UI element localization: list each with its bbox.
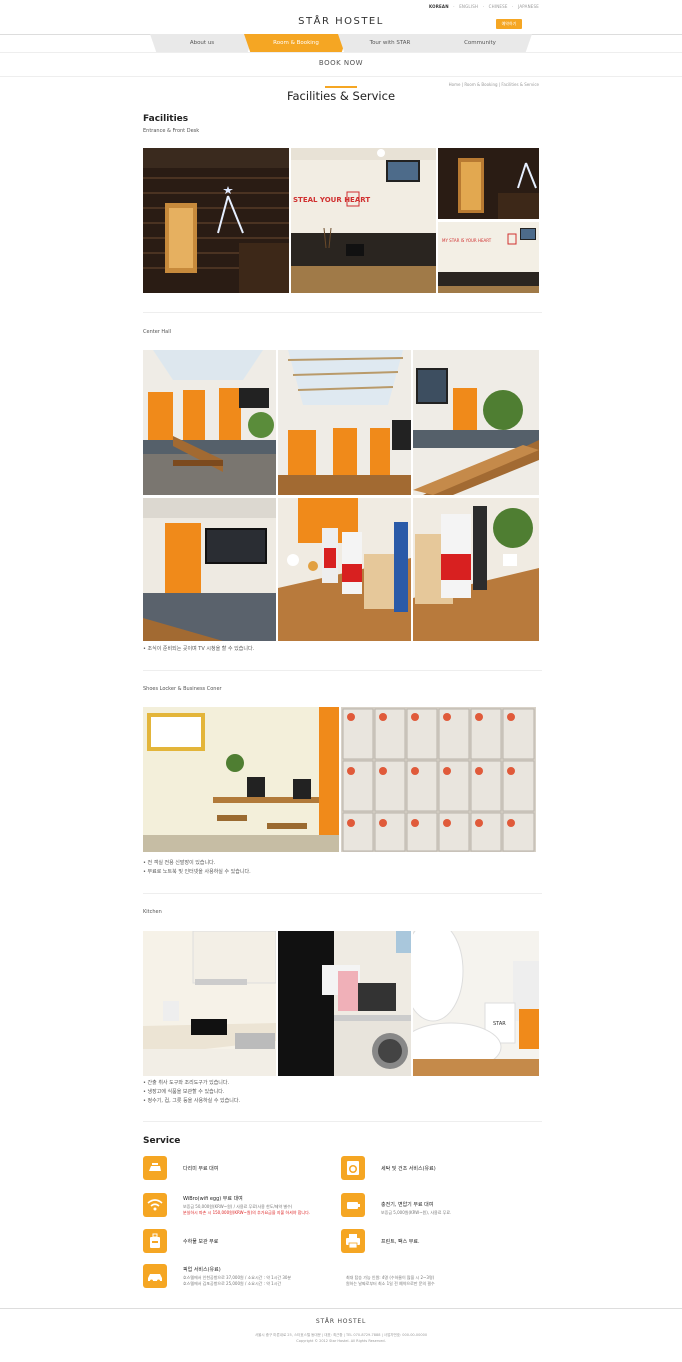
footer-copyright: Copyright © 2012 Star Hostel. All Rights… [296,1339,386,1343]
center-hall-photo-3 [413,350,539,495]
business-corner-photo [143,707,339,852]
shoes-locker-label: Shoes Locker & Business Coner [143,686,222,692]
service-title: 수하물 보관 무료 [183,1239,219,1245]
kitchen-counter-photo [143,931,276,1076]
kitchen-note: • 정수기, 컵, 그릇 등을 사용하실 수 있습니다. [143,1098,241,1104]
service-title: 프린트, 팩스 무료. [381,1239,420,1245]
entrance-label: Entrance & Front Desk [143,128,200,134]
taxi-icon [143,1264,167,1288]
service-title: WiBro(wifi egg) 무료 대여 [183,1196,243,1202]
reserve-button[interactable]: 예약하기 [496,19,522,29]
page-title: Facilities & Service [286,89,396,103]
battery-icon [341,1193,365,1217]
center-hall-photo-1 [143,350,276,495]
service-title: 픽업 서비스(유료) [183,1267,221,1273]
kitchen-note: • 간출 취사 도구와 조리도구가 있습니다. [143,1080,230,1086]
tab-about-us[interactable]: About us [150,34,254,52]
iron-icon [143,1156,167,1180]
service-title: 다리미 무료 대여 [183,1166,219,1172]
section-divider [143,893,542,894]
kitchen-label: Kitchen [143,909,162,915]
shoes-locker-notes: • 전 객실 전용 신발장이 있습니다. • 무료로 노트북 및 인터넷을 사용… [143,859,251,877]
entrance-photo [143,148,289,293]
lobby-wall-photo: MY STAR IS YOUR HEART [438,222,539,293]
footer-logo: STÅR HOSTEL [315,1318,367,1325]
luggage-icon [143,1229,167,1253]
main-nav: About us Room & Booking Tour with STAR C… [150,34,532,52]
entrance-detail-photo [438,148,539,219]
center-hall-tv-photo [143,498,276,641]
kitchen-notes: • 간출 취사 도구와 조리도구가 있습니다. • 냉장고에 식품을 보관할 수… [143,1079,240,1106]
center-hall-note: • 조식이 준비되는 곳이며 TV 시청을 할 수 있습니다. [143,646,255,652]
language-bar: KOREAN · ENGLISH · CHINESE · JAPANESE [428,4,539,9]
service-desc-line: 호스텔에서 김포공항으로 25,000원 / 소요시간 : 약 1시간 [183,1281,282,1286]
wifi-icon [143,1193,167,1217]
section-divider [143,312,542,313]
pickup-notes: 최대 탑승 가능 인원: 4명 (수하물이 많을 시 2~3명) 원하는 날짜로… [346,1275,435,1287]
lang-chinese[interactable]: CHINESE [489,4,508,9]
service-desc-line: 보증금 5,000원(KRW~원), 사용료 무료. [381,1210,452,1215]
lang-korean[interactable]: KOREAN [429,4,449,9]
lang-japanese[interactable]: JAPANESE [518,4,539,9]
kitchen-dishes-photo: STAR [413,931,539,1076]
breadcrumb: Home | Room & Booking | Facilities & Ser… [448,82,539,87]
shoes-locker-note: • 전 객실 전용 신발장이 있습니다. [143,860,216,866]
breakfast-bread-photo [413,498,539,641]
front-desk-photo: STEAL YOUR HEART [291,148,436,293]
facilities-heading: Facilities [143,114,189,124]
service-desc-line: 원하는 날짜로부터 최소 1일 전 예약으로만 문의 필수 [346,1281,435,1286]
footer-info: 서울시 중구 마른내로 25, 스타호스텔 동대문 | 대표: 최근환 | TE… [0,1332,682,1344]
svg-text:MY STAR IS YOUR HEART: MY STAR IS YOUR HEART [442,238,492,243]
shoe-locker-photo [341,707,536,852]
svg-text:STAR: STAR [493,1021,506,1027]
book-now-link[interactable]: BOOK NOW [0,59,682,67]
service-warning: 분실하시 파손 시 150,000원(KRW~원)의 추가요금을 지불 하셔야 … [183,1210,311,1215]
center-hall-label: Center Hall [143,329,172,335]
service-description: 호스텔에서 인천공항으로 37,000원 / 소요시간 : 약 1시간 30분 … [183,1275,291,1287]
printer-icon [341,1229,365,1253]
kitchen-appliances-photo [278,931,411,1076]
service-description: 보증금 50,000원(KRW~원) / 사용료 무료(사용 한도/제약 별수)… [183,1204,310,1216]
service-title: 충전기, 변압기 무료 대여 [381,1202,434,1208]
title-accent-line [325,86,357,88]
washer-icon [341,1156,365,1180]
center-hall-photo-2 [278,350,411,495]
tab-room-booking[interactable]: Room & Booking [244,34,348,52]
site-logo[interactable]: STÅR HOSTEL [0,16,682,27]
nav-divider [0,52,682,53]
tab-tour-with-star[interactable]: Tour with STAR [338,34,442,52]
service-description: 보증금 5,000원(KRW~원), 사용료 무료. [381,1210,451,1216]
lang-english[interactable]: ENGLISH [459,4,478,9]
tab-community[interactable]: Community [428,34,532,52]
footer-divider [0,1308,682,1309]
center-hall-notes: • 조식이 준비되는 곳이며 TV 시청을 할 수 있습니다. [143,645,254,654]
section-divider [143,1121,542,1122]
breakfast-table-photo [278,498,411,641]
subnav-divider [0,76,682,77]
service-title: 세탁 및 건조 서비스(유료) [381,1166,436,1172]
shoes-locker-note: • 무료로 노트북 및 인터넷을 사용하실 수 있습니다. [143,869,251,875]
section-divider [143,670,542,671]
kitchen-note: • 냉장고에 식품을 보관할 수 있습니다. [143,1089,225,1095]
service-heading: Service [143,1136,181,1146]
